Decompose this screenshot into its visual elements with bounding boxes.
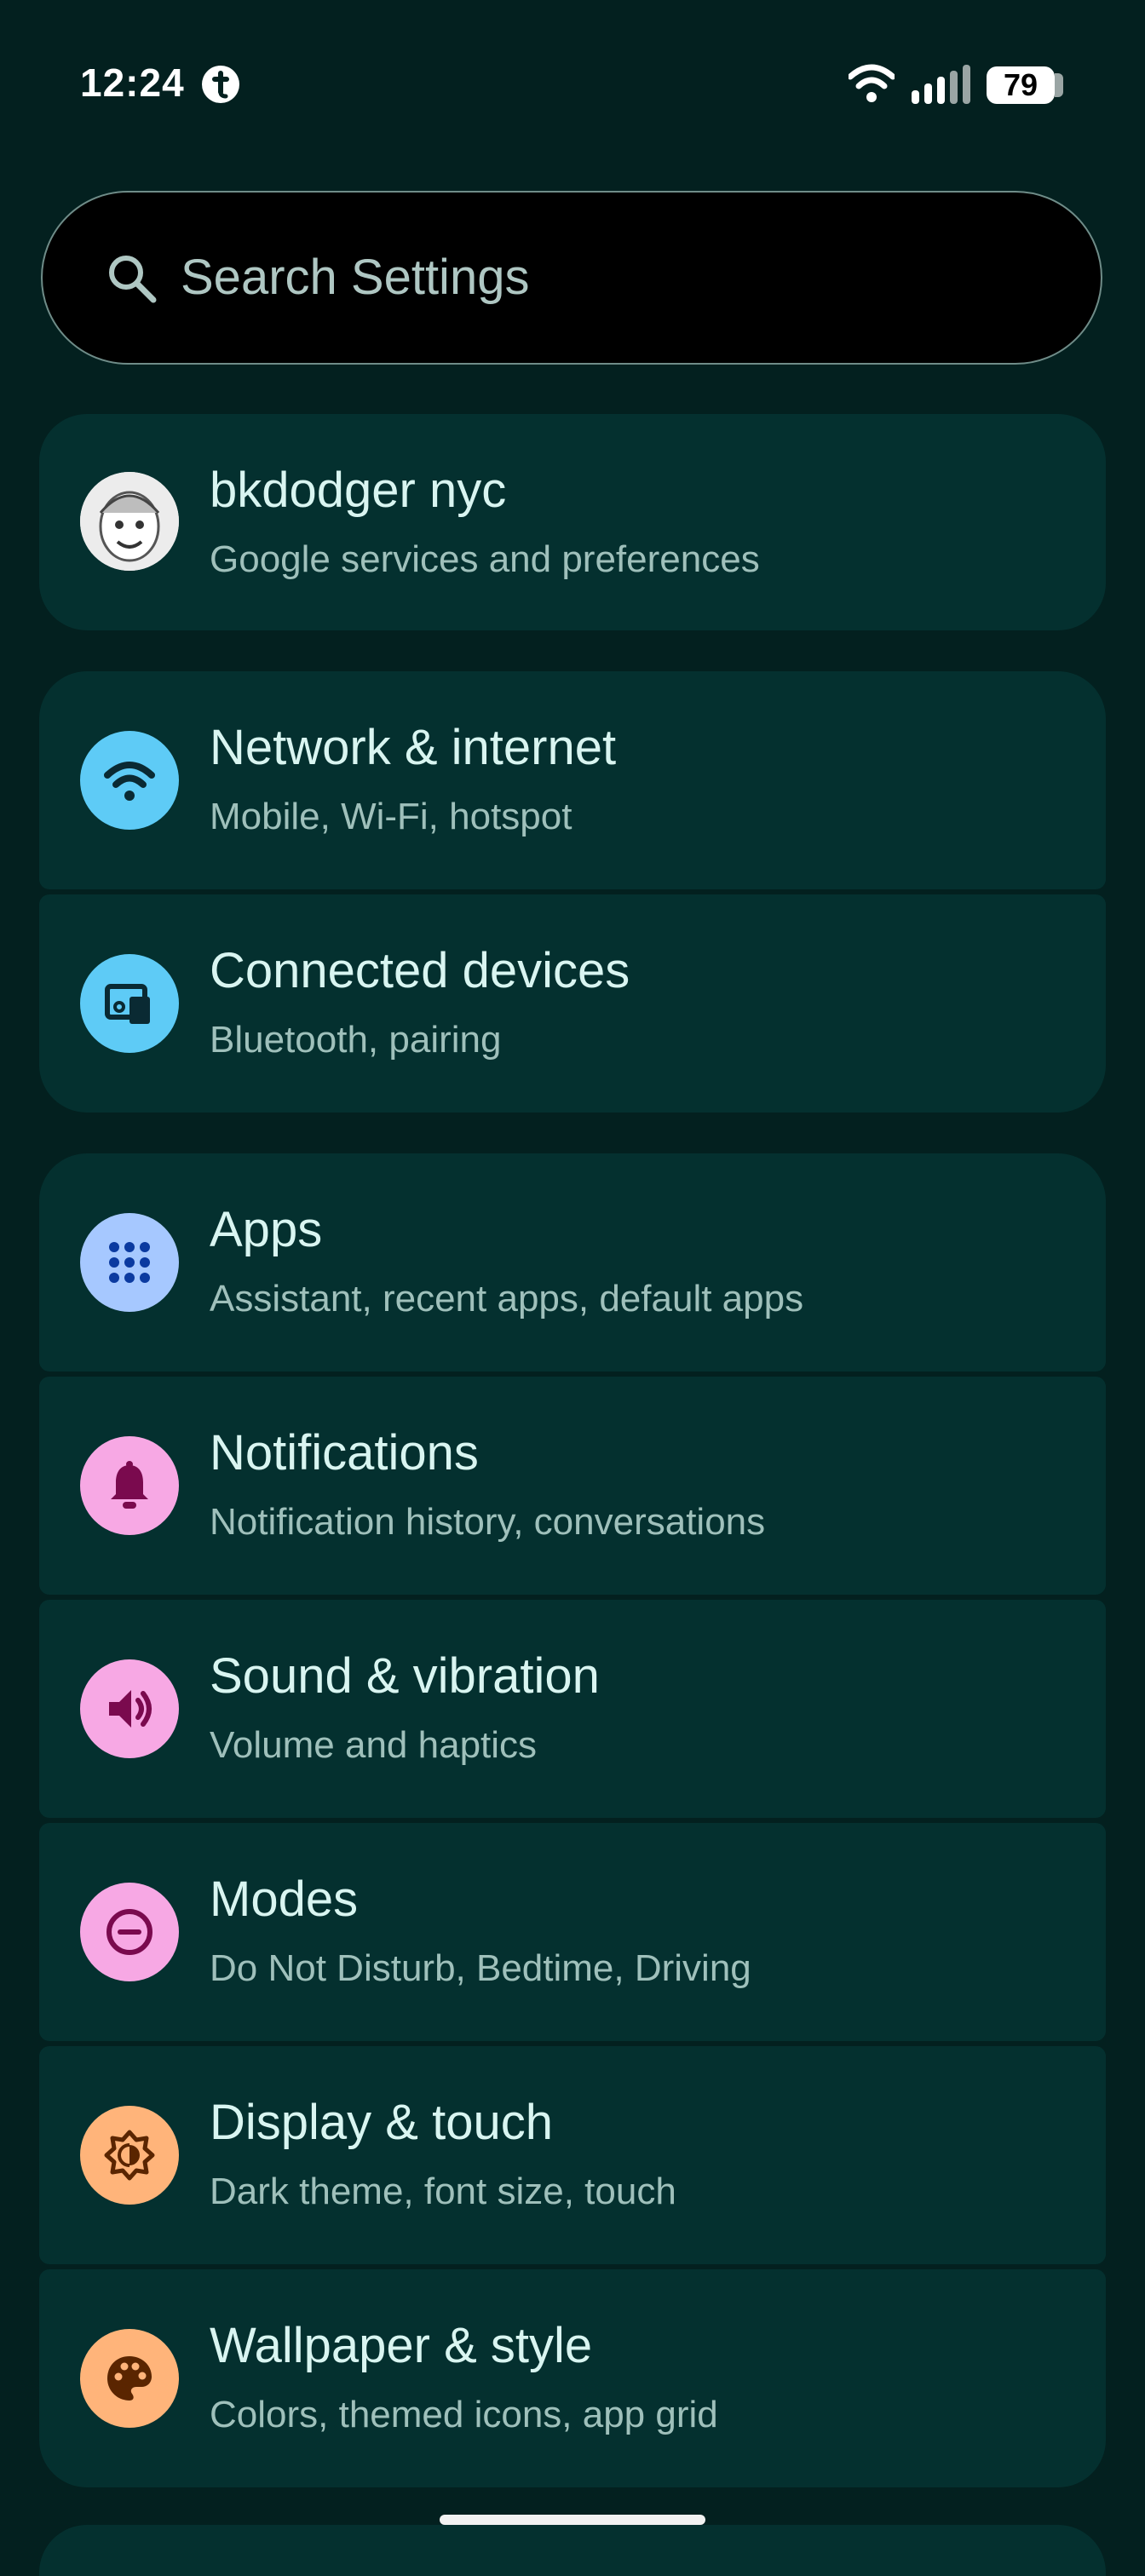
speaker-icon — [109, 1690, 152, 1728]
notifications-icon-badge — [80, 1436, 179, 1535]
wifi-icon — [849, 64, 895, 102]
item-title: Wallpaper & style — [210, 2318, 593, 2373]
item-subtitle: Do Not Disturb, Bedtime, Driving — [210, 1947, 751, 1989]
brightness-icon — [104, 2130, 155, 2181]
threads-icon — [202, 66, 239, 103]
settings-item-network[interactable]: Network & internet Mobile, Wi-Fi, hotspo… — [39, 671, 1106, 889]
item-subtitle: Assistant, recent apps, default apps — [210, 1278, 804, 1320]
battery-indicator: 79 — [987, 66, 1067, 104]
status-bar: 12:24 79 — [0, 0, 1145, 170]
bell-icon — [111, 1461, 148, 1509]
item-subtitle: Colors, themed icons, app grid — [210, 2394, 718, 2435]
next-settings-card[interactable] — [39, 2525, 1106, 2576]
item-subtitle: Volume and haptics — [210, 1724, 538, 1766]
modes-icon-badge — [80, 1883, 179, 1981]
settings-item-connected-devices[interactable]: Connected devices Bluetooth, pairing — [39, 894, 1106, 1113]
account-subtitle: Google services and preferences — [210, 538, 760, 580]
battery-level: 79 — [1003, 67, 1039, 102]
item-subtitle: Mobile, Wi-Fi, hotspot — [210, 796, 572, 837]
item-title: Notifications — [210, 1425, 479, 1481]
search-settings-bar[interactable]: Search Settings — [41, 191, 1102, 365]
wifi-icon — [104, 762, 155, 801]
cellular-signal-icon — [912, 65, 970, 104]
settings-item-display[interactable]: Display & touch Dark theme, font size, t… — [39, 2046, 1106, 2264]
search-icon — [109, 256, 157, 303]
minus-circle-icon — [106, 1909, 152, 1955]
display-icon-badge — [80, 2106, 179, 2205]
apps-icon-badge — [80, 1213, 179, 1312]
palette-icon — [107, 2356, 152, 2401]
wallpaper-icon-badge — [80, 2329, 179, 2428]
status-time: 12:24 — [80, 60, 185, 105]
item-title: Display & touch — [210, 2095, 553, 2150]
settings-item-apps[interactable]: Apps Assistant, recent apps, default app… — [39, 1153, 1106, 1371]
item-subtitle: Dark theme, font size, touch — [210, 2171, 676, 2212]
gesture-navigation-bar[interactable] — [440, 2515, 705, 2525]
account-item[interactable]: bkdodger nyc Google services and prefere… — [39, 414, 1106, 630]
connected-devices-icon-badge — [80, 954, 179, 1053]
item-title: Apps — [210, 1202, 323, 1257]
search-placeholder: Search Settings — [181, 250, 530, 305]
settings-item-sound[interactable]: Sound & vibration Volume and haptics — [39, 1600, 1106, 1818]
settings-item-wallpaper[interactable]: Wallpaper & style Colors, themed icons, … — [39, 2269, 1106, 2487]
item-title: Sound & vibration — [210, 1648, 600, 1704]
item-title: Network & internet — [210, 720, 617, 775]
item-subtitle: Bluetooth, pairing — [210, 1019, 502, 1061]
account-name: bkdodger nyc — [210, 463, 507, 518]
item-subtitle: Notification history, conversations — [210, 1501, 766, 1543]
settings-item-notifications[interactable]: Notifications Notification history, conv… — [39, 1377, 1106, 1595]
item-title: Connected devices — [210, 943, 630, 998]
devices-icon — [105, 984, 150, 1024]
item-title: Modes — [210, 1872, 359, 1927]
avatar — [80, 472, 179, 571]
network-icon-badge — [80, 731, 179, 830]
apps-grid-icon — [109, 1242, 150, 1283]
settings-item-modes[interactable]: Modes Do Not Disturb, Bedtime, Driving — [39, 1823, 1106, 2041]
sound-icon-badge — [80, 1659, 179, 1758]
